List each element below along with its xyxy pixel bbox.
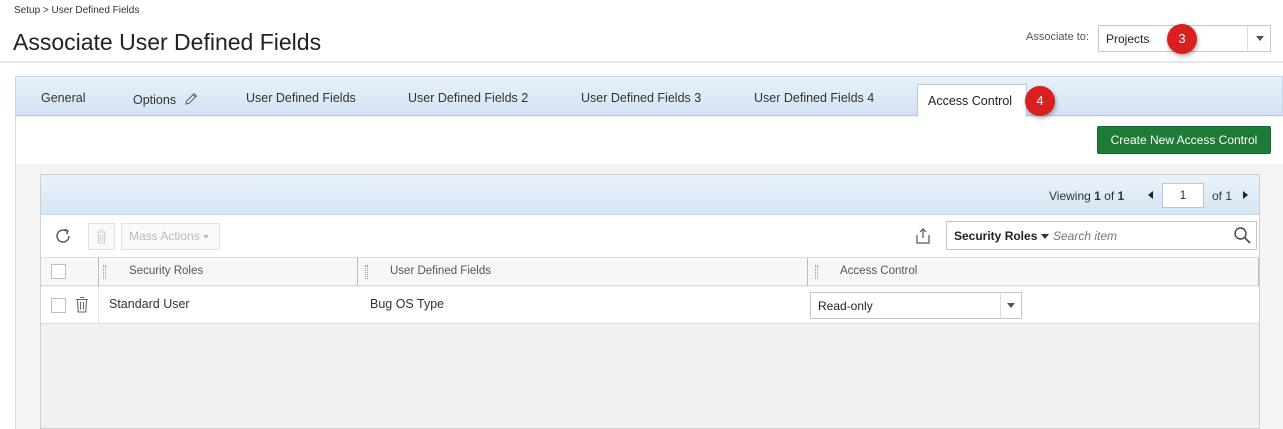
step-badge-tab: 4: [1025, 86, 1055, 116]
cell-security-role: Standard User: [109, 297, 190, 311]
access-control-value: Read-only: [818, 299, 873, 313]
chevron-down-icon: [1256, 36, 1264, 41]
chevron-down-icon: [1007, 303, 1015, 308]
tab-user-defined-fields[interactable]: User Defined Fields: [246, 91, 356, 105]
step-badge-associate: 3: [1167, 24, 1197, 54]
trash-icon[interactable]: [75, 296, 89, 313]
associate-select-value: Projects: [1106, 32, 1150, 46]
column-header-user-defined-fields[interactable]: User Defined Fields: [390, 265, 491, 277]
viewing-count: Viewing 1 of 1: [1049, 189, 1125, 203]
header-divider: [0, 61, 1283, 63]
column-separator: [1258, 258, 1259, 286]
column-header-access-control[interactable]: Access Control: [840, 265, 917, 277]
tab-options[interactable]: Options: [133, 91, 199, 107]
search-icon[interactable]: [1233, 226, 1252, 245]
create-access-control-button[interactable]: Create New Access Control: [1097, 126, 1271, 154]
tab-general[interactable]: General: [41, 91, 85, 105]
row-separator: [98, 287, 99, 323]
select-all-checkbox[interactable]: [51, 264, 66, 279]
table-row: Standard User Bug OS Type Read-only: [41, 287, 1259, 324]
search-input[interactable]: Search item: [1053, 229, 1117, 243]
prev-page-icon[interactable]: [1148, 191, 1153, 199]
access-control-select[interactable]: Read-only: [810, 292, 1022, 319]
refresh-icon[interactable]: [53, 226, 73, 246]
access-control-grid: Viewing 1 of 1 1 of 1 Mass Actions Secur…: [40, 174, 1260, 429]
tab-bar: General Options User Defined Fields User…: [15, 76, 1283, 116]
tab-access-control[interactable]: Access Control: [917, 84, 1027, 117]
bulk-delete-button[interactable]: [88, 223, 115, 250]
row-checkbox[interactable]: [51, 298, 66, 313]
trash-icon: [97, 229, 106, 244]
grid-pager-bar: Viewing 1 of 1 1 of 1: [41, 175, 1259, 215]
access-control-dropdown-button[interactable]: [1000, 293, 1021, 318]
search-filter-dropdown[interactable]: Security Roles: [954, 229, 1050, 243]
column-separator: [357, 258, 358, 286]
column-resize-handle[interactable]: [815, 265, 818, 279]
tab-user-defined-fields-2[interactable]: User Defined Fields 2: [408, 91, 528, 105]
cell-user-defined-field: Bug OS Type: [370, 297, 445, 311]
column-separator: [807, 258, 808, 286]
grid-toolbar: Mass Actions Security Roles Search item: [41, 215, 1259, 257]
next-page-icon[interactable]: [1243, 191, 1248, 199]
tab-options-label: Options: [133, 93, 177, 107]
associate-label: Associate to:: [1026, 31, 1089, 43]
tab-user-defined-fields-3[interactable]: User Defined Fields 3: [581, 91, 701, 105]
associate-dropdown-button[interactable]: [1247, 26, 1270, 51]
caret-down-icon: [202, 234, 209, 239]
page-number-input[interactable]: 1: [1162, 183, 1204, 208]
column-resize-handle[interactable]: [365, 265, 368, 279]
action-strip: [16, 117, 1283, 164]
column-separator: [98, 258, 99, 286]
search-box: Security Roles Search item: [946, 221, 1257, 250]
tab-user-defined-fields-4[interactable]: User Defined Fields 4: [754, 91, 874, 105]
column-resize-handle[interactable]: [103, 265, 106, 279]
column-header-security-roles[interactable]: Security Roles: [129, 265, 203, 277]
column-header-row: Security Roles User Defined Fields Acces…: [41, 257, 1259, 286]
caret-down-icon: [1041, 234, 1050, 240]
pencil-icon: [184, 92, 197, 105]
export-icon[interactable]: [914, 227, 932, 245]
page-title: Associate User Defined Fields: [13, 29, 322, 55]
mass-actions-button[interactable]: Mass Actions: [121, 223, 220, 250]
breadcrumb: Setup > User Defined Fields: [14, 5, 140, 16]
page-total: of 1: [1212, 189, 1233, 203]
